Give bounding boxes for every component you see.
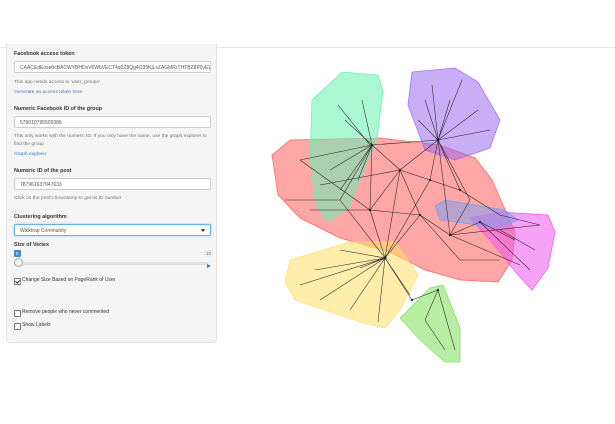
cluster-hull-lime [399, 284, 461, 363]
cluster-hulls [271, 67, 556, 363]
cluster-hull-yellow [284, 241, 419, 329]
network-graph [271, 67, 556, 363]
